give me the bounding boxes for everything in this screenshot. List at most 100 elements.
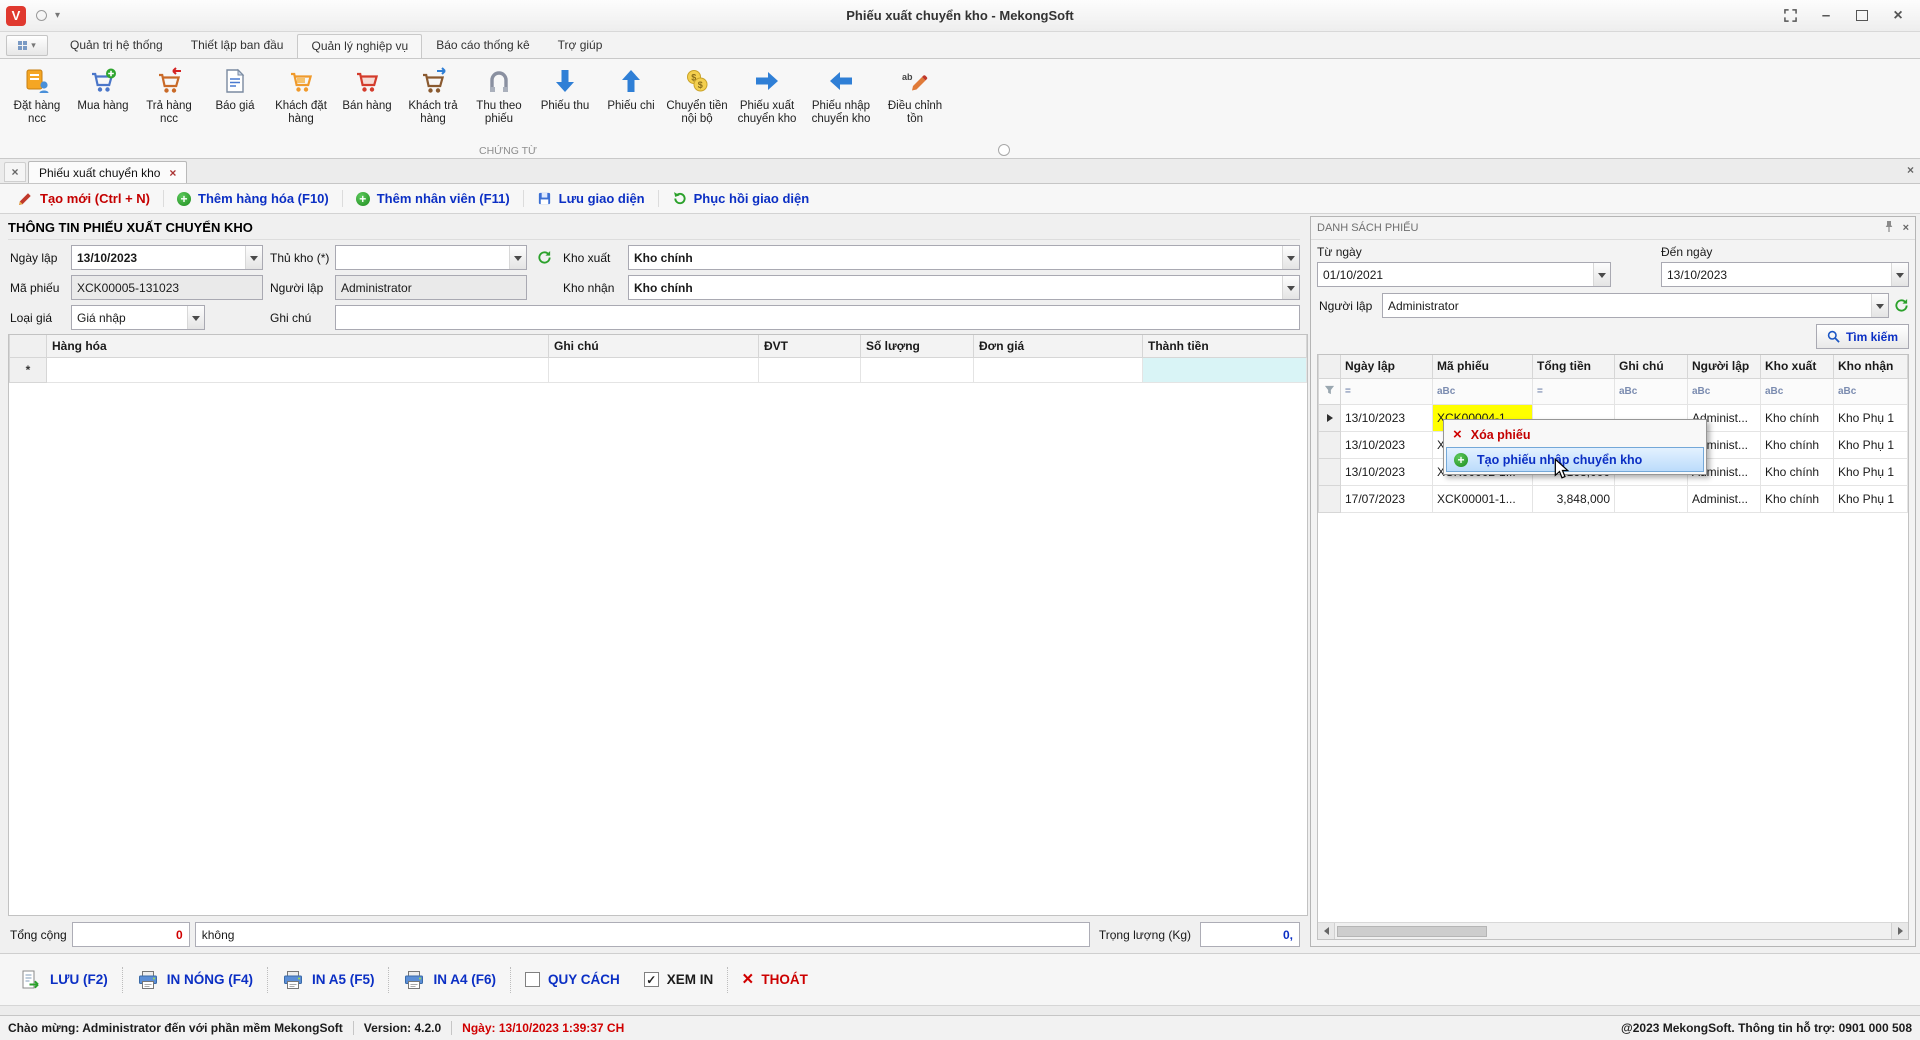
note-field[interactable]: [335, 305, 1300, 330]
ribbon-button-thu-theo-phieu[interactable]: Thu theo phiếu: [466, 62, 532, 129]
scrollbar-thumb[interactable]: [1337, 926, 1487, 937]
column-header-kho-xuat[interactable]: Kho xuất: [1761, 355, 1834, 378]
ribbon-button-chuyen-tien-noi-bo[interactable]: $$ Chuyển tiền nội bộ: [664, 62, 730, 129]
filter-cell[interactable]: aBc: [1834, 378, 1908, 404]
menu-item-create-import-voucher[interactable]: Tạo phiếu nhập chuyển kho: [1446, 447, 1704, 472]
refresh-icon[interactable]: [532, 250, 556, 265]
ribbon-button-ban-hang[interactable]: Bán hàng: [334, 62, 400, 116]
scroll-right-icon[interactable]: [1891, 923, 1908, 939]
filter-cell[interactable]: aBc: [1761, 378, 1834, 404]
chevron-down-icon[interactable]: [509, 246, 526, 269]
export-warehouse-combo[interactable]: Kho chính: [628, 245, 1300, 270]
cell-from-warehouse[interactable]: Kho chính: [1761, 458, 1834, 485]
ribbon-button-phieu-nhap-chuyen-kho[interactable]: Phiếu nhập chuyển kho: [804, 62, 878, 129]
ribbon-button-khach-dat-hang[interactable]: Khách đặt hàng: [268, 62, 334, 129]
ribbon-button-dat-hang-ncc[interactable]: Đặt hàng ncc: [4, 62, 70, 129]
checkbox-checked-icon[interactable]: [644, 972, 659, 987]
filter-cell[interactable]: =: [1533, 378, 1615, 404]
search-button[interactable]: Tìm kiếm: [1816, 324, 1909, 349]
fit-screen-icon[interactable]: [1774, 5, 1806, 27]
chevron-down-icon[interactable]: [1871, 294, 1888, 317]
customize-toolbar-icon[interactable]: [55, 10, 60, 21]
add-employee-button[interactable]: Thêm nhân viên (F11): [343, 191, 523, 206]
view-menu-button[interactable]: [6, 35, 48, 56]
ribbon-button-phieu-xuat-chuyen-kho[interactable]: Phiếu xuất chuyển kho: [730, 62, 804, 129]
ribbon-button-phieu-thu[interactable]: Phiếu thu: [532, 62, 598, 116]
close-tab-left-icon[interactable]: [4, 162, 26, 182]
ribbon-button-mua-hang[interactable]: Mua hàng: [70, 62, 136, 116]
cell-to-warehouse[interactable]: Kho Phụ 1: [1834, 458, 1908, 485]
column-header-dvt[interactable]: ĐVT: [759, 335, 861, 357]
keeper-combo[interactable]: [335, 245, 527, 270]
column-header-thanh-tien[interactable]: Thành tiền: [1143, 335, 1307, 357]
ribbon-button-bao-gia[interactable]: Báo giá: [202, 62, 268, 116]
close-tab-right-icon[interactable]: [1907, 163, 1914, 177]
voucher-row[interactable]: 17/07/2023 XCK00001-1... 3,848,000 Admin…: [1319, 485, 1908, 512]
column-header-so-luong[interactable]: Số lượng: [861, 335, 974, 357]
xem-in-checkbox[interactable]: XEM IN: [632, 972, 726, 987]
print-a5-button[interactable]: IN A5 (F5): [270, 969, 387, 991]
chevron-down-icon[interactable]: [1282, 246, 1299, 269]
ribbon-button-phieu-chi[interactable]: Phiếu chi: [598, 62, 664, 116]
refresh-icon[interactable]: [1894, 298, 1909, 313]
ribbon-button-dieu-chinh-ton[interactable]: ab Điều chỉnh tồn: [878, 62, 952, 129]
add-goods-button[interactable]: Thêm hàng hóa (F10): [164, 191, 342, 206]
cell-from-warehouse[interactable]: Kho chính: [1761, 431, 1834, 458]
cell-date[interactable]: 13/10/2023: [1341, 404, 1433, 431]
cell-hang-hoa[interactable]: [47, 357, 549, 382]
column-header-ma-phieu[interactable]: Mã phiếu: [1433, 355, 1533, 378]
column-header-kho-nhan[interactable]: Kho nhận: [1834, 355, 1908, 378]
print-hot-button[interactable]: IN NÓNG (F4): [125, 969, 265, 991]
cell-thanh-tien[interactable]: [1143, 357, 1307, 382]
column-header-nguoi-lap[interactable]: Người lập: [1688, 355, 1761, 378]
chevron-down-icon[interactable]: [1282, 276, 1299, 299]
horizontal-scrollbar[interactable]: [1318, 922, 1908, 939]
tab-phieu-xuat-chuyen-kho[interactable]: Phiếu xuất chuyển kho: [28, 161, 187, 183]
print-a4-button[interactable]: IN A4 (F6): [391, 969, 508, 991]
column-header-tong-tien[interactable]: Tổng tiền: [1533, 355, 1615, 378]
to-date-combo[interactable]: 13/10/2023: [1661, 262, 1909, 287]
new-item-row[interactable]: *: [10, 357, 1307, 382]
cell-to-warehouse[interactable]: Kho Phụ 1: [1834, 485, 1908, 512]
cell-dvt[interactable]: [759, 357, 861, 382]
pin-icon[interactable]: [1883, 220, 1895, 236]
column-header-ghi-chu[interactable]: Ghi chú: [549, 335, 759, 357]
cell-date[interactable]: 17/07/2023: [1341, 485, 1433, 512]
create-new-button[interactable]: Tạo mới (Ctrl + N): [4, 191, 163, 207]
save-layout-button[interactable]: Lưu giao diện: [524, 191, 658, 206]
ribbon-tab-quan-ly-nghiep-vu[interactable]: Quản lý nghiệp vụ: [297, 34, 422, 59]
code-field[interactable]: XCK00005-131023: [71, 275, 263, 300]
minimize-button[interactable]: [1810, 5, 1842, 27]
import-warehouse-combo[interactable]: Kho chính: [628, 275, 1300, 300]
checkbox-unchecked-icon[interactable]: [525, 972, 540, 987]
cell-code[interactable]: XCK00001-1...: [1433, 485, 1533, 512]
save-button[interactable]: LƯU (F2): [8, 969, 120, 991]
cell-total[interactable]: 3,848,000: [1533, 485, 1615, 512]
cell-note[interactable]: [1615, 485, 1688, 512]
chevron-down-icon[interactable]: [1593, 263, 1610, 286]
menu-item-delete-voucher[interactable]: Xóa phiếu: [1446, 422, 1704, 447]
cell-ghi-chu[interactable]: [549, 357, 759, 382]
cell-from-warehouse[interactable]: Kho chính: [1761, 485, 1834, 512]
ribbon-tab-thiet-lap-ban-dau[interactable]: Thiết lập ban đầu: [177, 33, 298, 58]
filter-cell[interactable]: aBc: [1615, 378, 1688, 404]
filter-cell[interactable]: aBc: [1433, 378, 1533, 404]
column-header-ghi-chu[interactable]: Ghi chú: [1615, 355, 1688, 378]
maximize-button[interactable]: [1846, 5, 1878, 27]
creator-field[interactable]: Administrator: [335, 275, 527, 300]
restore-layout-button[interactable]: Phục hồi giao diện: [659, 191, 823, 206]
price-type-combo[interactable]: Giá nhập: [71, 305, 205, 330]
scroll-left-icon[interactable]: [1318, 923, 1335, 939]
chevron-down-icon[interactable]: [1891, 263, 1908, 286]
ribbon-tab-tro-giup[interactable]: Trợ giúp: [544, 33, 617, 58]
quy-cach-checkbox[interactable]: QUY CÁCH: [513, 972, 632, 987]
column-header-hang-hoa[interactable]: Hàng hóa: [47, 335, 549, 357]
cell-date[interactable]: 13/10/2023: [1341, 431, 1433, 458]
group-dialog-launcher-icon[interactable]: [998, 144, 1010, 156]
filter-cell[interactable]: =: [1341, 378, 1433, 404]
cell-date[interactable]: 13/10/2023: [1341, 458, 1433, 485]
filter-row-icon[interactable]: [1319, 378, 1341, 404]
quick-access-icon[interactable]: [36, 10, 47, 21]
from-date-combo[interactable]: 01/10/2021: [1317, 262, 1611, 287]
ribbon-button-khach-tra-hang[interactable]: Khách trả hàng: [400, 62, 466, 129]
